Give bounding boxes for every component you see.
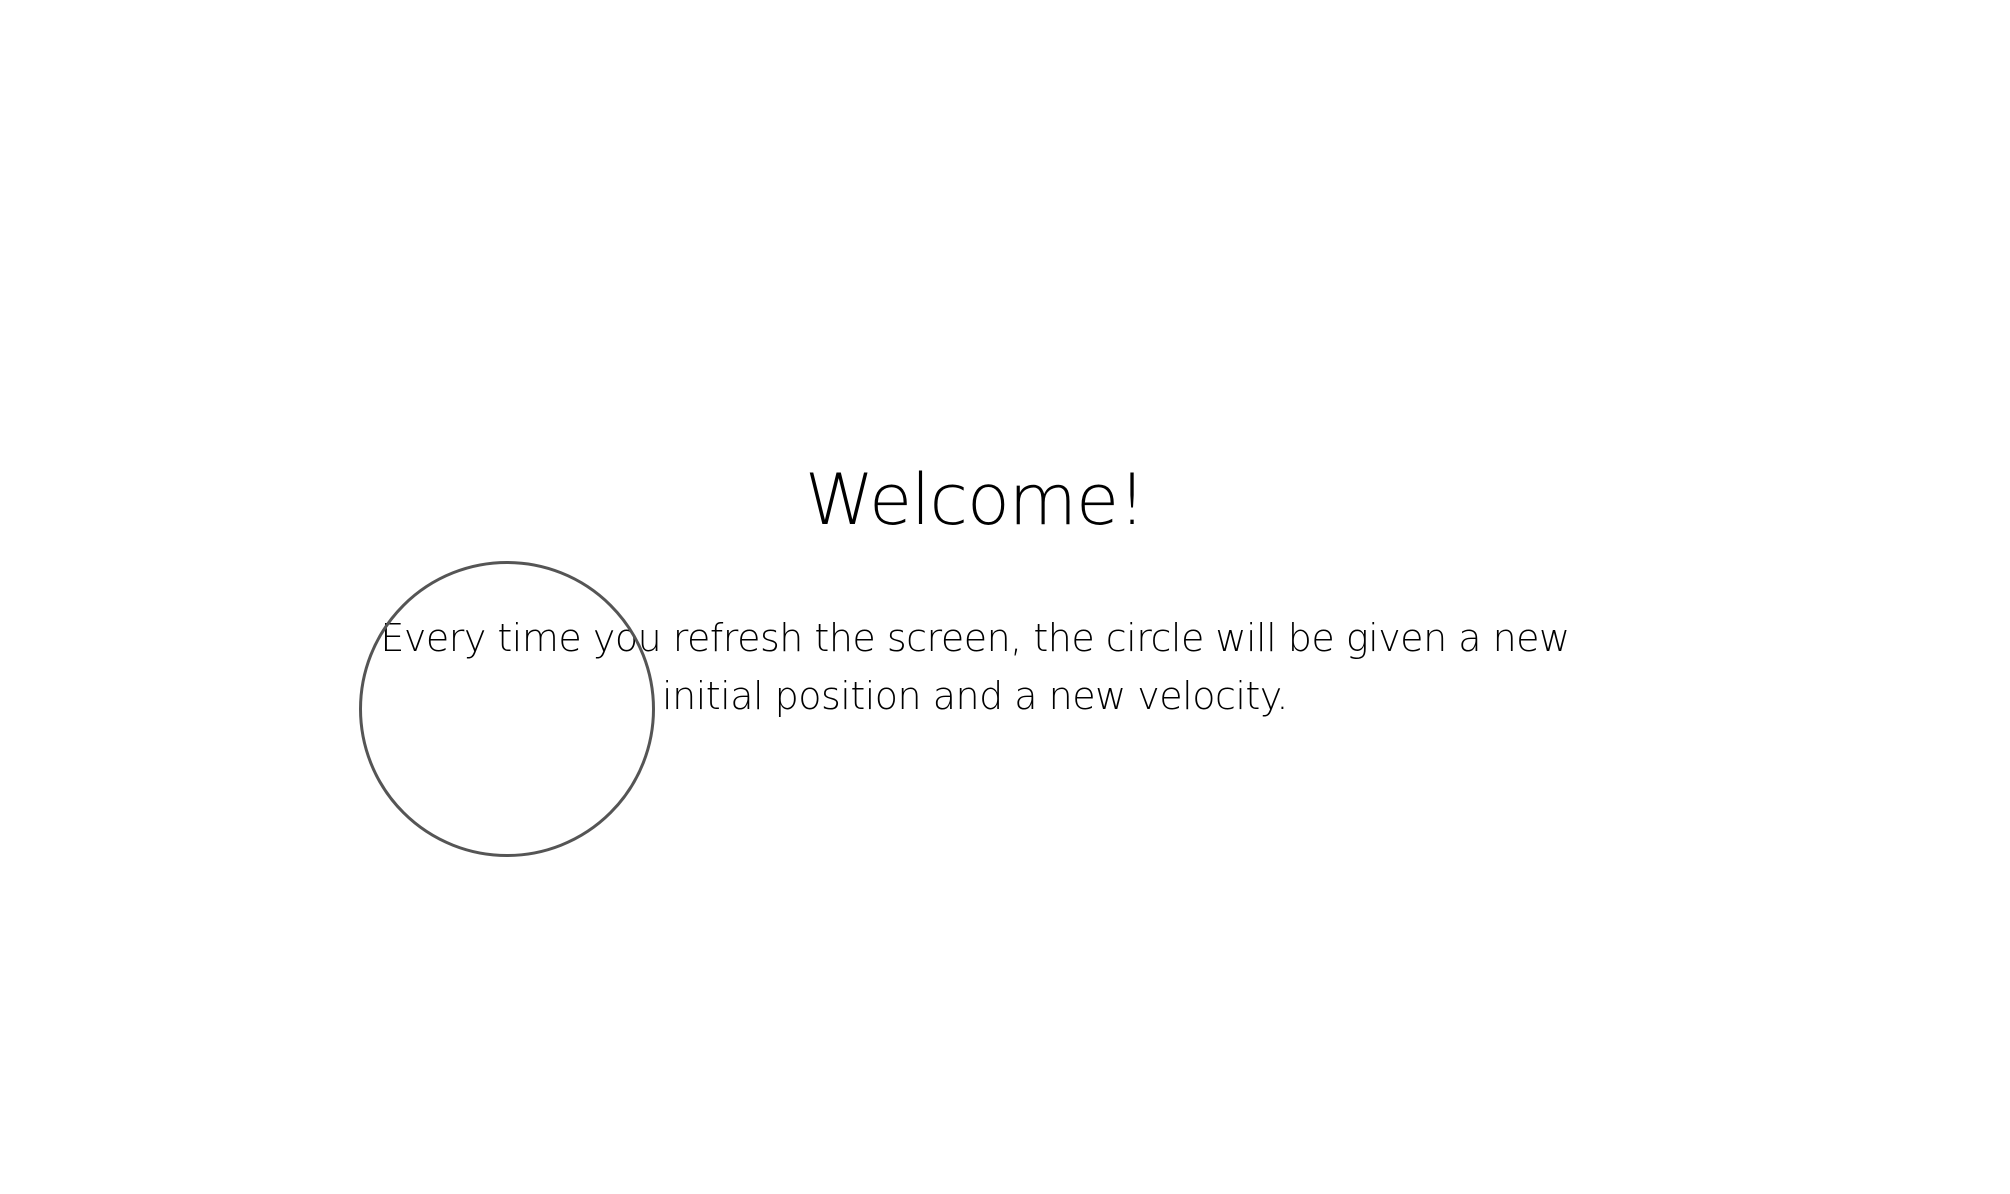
page-title: Welcome! [804, 459, 1146, 541]
welcome-page: Welcome! Every time you refresh the scre… [0, 0, 2010, 1194]
moving-circle [359, 561, 655, 857]
